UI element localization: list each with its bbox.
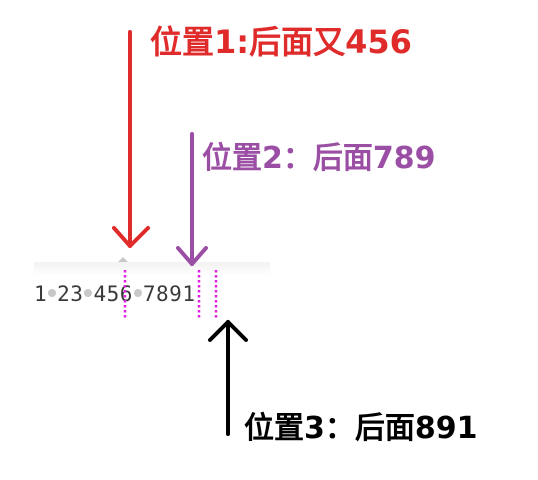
annotation-arrows bbox=[112, 30, 248, 436]
caret-marker-icon bbox=[118, 257, 128, 262]
annotation-label-position-3: 位置3：后面891 bbox=[244, 411, 478, 446]
annotation-label-position-1: 位置1:后面又456 bbox=[150, 23, 412, 61]
annotation-label-position-2: 位置2：后面789 bbox=[202, 141, 436, 176]
arrow-down-icon bbox=[112, 30, 150, 248]
cursor-markers bbox=[123, 270, 218, 318]
diagram-canvas: 1 23 456 7891 位置1:后面又456 位置2：后面789 位置3：后面89… bbox=[0, 0, 538, 480]
arrow-up-icon bbox=[208, 320, 248, 436]
